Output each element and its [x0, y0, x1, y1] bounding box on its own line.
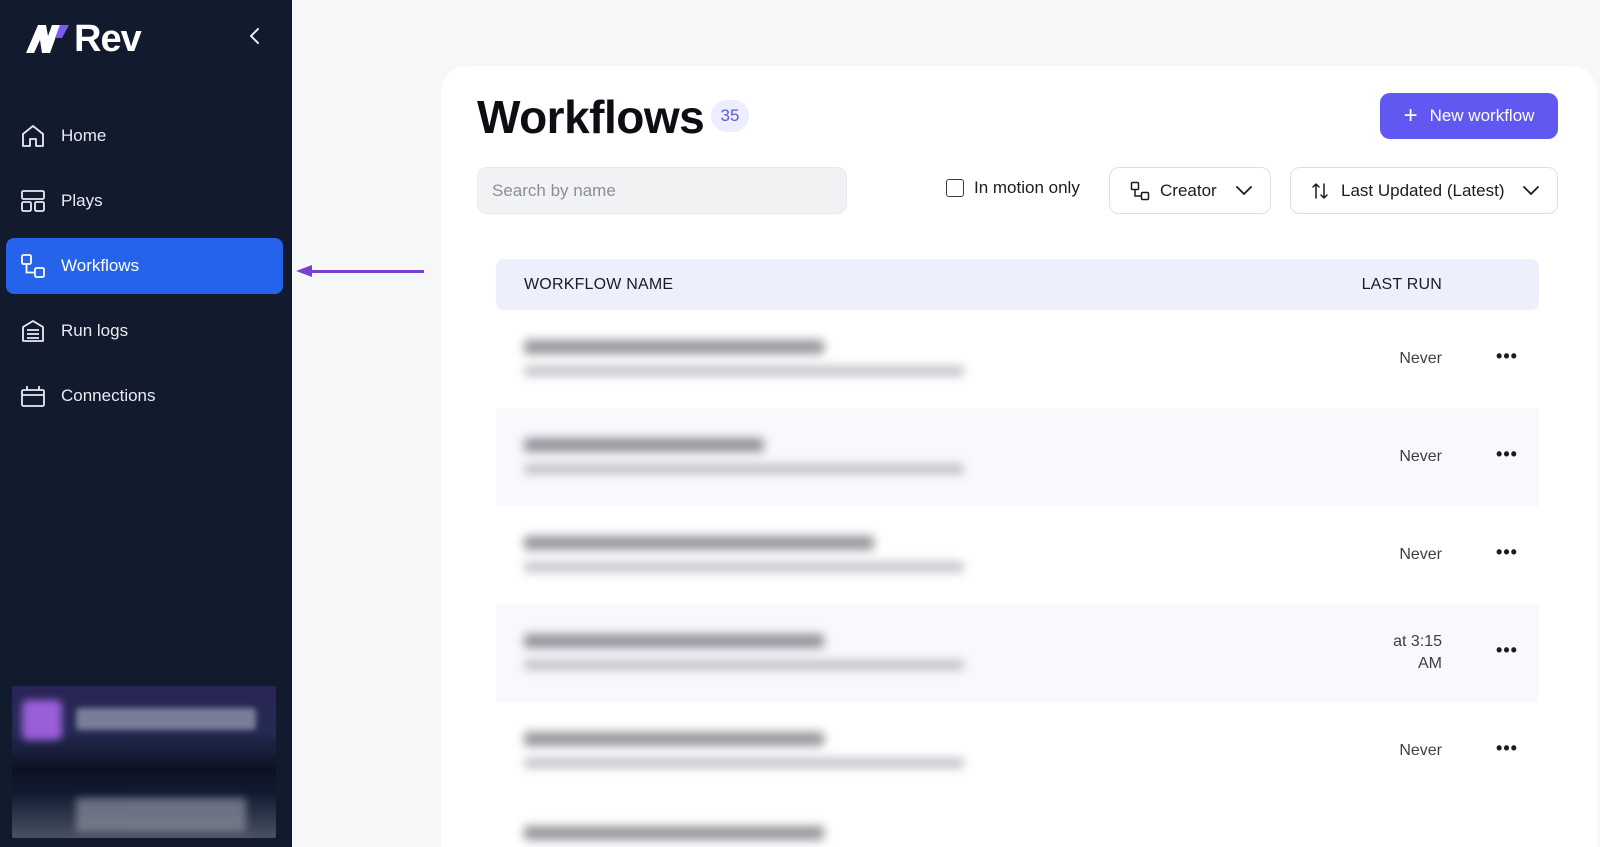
sidebar-item-label: Run logs — [61, 321, 129, 340]
layout-icon — [20, 188, 46, 214]
workflow-icon — [1130, 181, 1150, 200]
count-badge: 35 — [711, 100, 749, 132]
database-icon — [20, 318, 46, 344]
connections-icon — [20, 383, 46, 409]
sidebar-item-home[interactable]: Home — [6, 108, 283, 164]
more-options-icon[interactable]: ••• — [1493, 346, 1521, 366]
last-run-value: at 3:15 AM — [1393, 633, 1442, 672]
in-motion-label: In motion only — [974, 178, 1080, 197]
workflow-name-redacted — [524, 340, 964, 376]
home-icon — [20, 123, 46, 149]
table-row[interactable]: Never ••• — [496, 702, 1539, 800]
new-workflow-label: New workflow — [1429, 106, 1535, 125]
more-options-icon[interactable]: ••• — [1493, 444, 1521, 464]
page-title: Workflows — [477, 91, 705, 143]
workflow-name-redacted — [524, 634, 964, 670]
last-run-value: Never — [1399, 350, 1442, 367]
workflow-name-redacted — [524, 732, 964, 768]
last-run-value: Never — [1399, 742, 1442, 759]
table-row[interactable] — [496, 800, 1539, 840]
user-info-redacted — [76, 798, 246, 832]
new-workflow-button[interactable]: + New workflow — [1380, 93, 1558, 139]
rev-logo-icon — [26, 25, 69, 53]
more-options-icon[interactable]: ••• — [1493, 640, 1521, 660]
chevron-left-icon — [250, 28, 259, 44]
app-name: Rev — [74, 18, 142, 60]
sidebar-item-run-logs[interactable]: Run logs — [6, 303, 283, 359]
sidebar: Rev Home Plays Workflows Run logs Connec… — [0, 0, 292, 847]
app-logo[interactable]: Rev — [24, 18, 142, 60]
table-row[interactable]: at 3:15 AM ••• — [496, 604, 1539, 702]
user-name-redacted — [76, 708, 256, 730]
workflow-name-redacted — [524, 438, 964, 474]
annotation-arrow-workflows — [304, 270, 424, 273]
collapse-sidebar-button[interactable] — [243, 24, 267, 48]
sidebar-item-label: Home — [61, 126, 107, 145]
workflow-name-redacted — [524, 536, 964, 572]
table-header: WORKFLOW NAME LAST RUN — [496, 259, 1539, 310]
user-profile-card[interactable] — [12, 686, 276, 838]
sidebar-item-label: Plays — [61, 191, 103, 210]
chevron-down-icon — [1523, 185, 1539, 195]
in-motion-checkbox[interactable] — [946, 179, 964, 197]
workflow-icon — [20, 253, 46, 279]
workflows-panel: Workflows 35 + New workflow In motion on… — [441, 66, 1597, 847]
avatar — [22, 700, 62, 740]
sidebar-item-label: Connections — [61, 386, 156, 405]
sort-dropdown[interactable]: Last Updated (Latest) — [1290, 167, 1558, 214]
workflows-table: WORKFLOW NAME LAST RUN Never ••• Never •… — [496, 259, 1539, 840]
in-motion-filter[interactable]: In motion only — [946, 178, 1080, 198]
table-row[interactable]: Never ••• — [496, 506, 1539, 604]
chevron-down-icon — [1236, 185, 1252, 195]
sidebar-nav: Home Plays Workflows Run logs Connection… — [6, 108, 283, 433]
more-options-icon[interactable]: ••• — [1493, 542, 1521, 562]
column-header-name[interactable]: WORKFLOW NAME — [496, 276, 1339, 294]
search-input[interactable] — [477, 167, 847, 214]
sort-icon — [1312, 182, 1328, 199]
column-header-last-run[interactable]: LAST RUN — [1339, 276, 1539, 294]
creator-label: Creator — [1160, 180, 1217, 200]
sidebar-item-connections[interactable]: Connections — [6, 368, 283, 424]
sort-label: Last Updated (Latest) — [1341, 180, 1505, 200]
table-row[interactable]: Never ••• — [496, 310, 1539, 408]
table-row[interactable]: Never ••• — [496, 408, 1539, 506]
plus-icon: + — [1403, 102, 1418, 129]
sidebar-item-plays[interactable]: Plays — [6, 173, 283, 229]
arrow-head-left-icon — [296, 265, 312, 277]
sidebar-item-label: Workflows — [61, 256, 140, 275]
more-options-icon[interactable]: ••• — [1493, 738, 1521, 758]
last-run-value: Never — [1399, 546, 1442, 563]
workflow-name-redacted — [524, 826, 824, 840]
sidebar-item-workflows[interactable]: Workflows — [6, 238, 283, 294]
creator-dropdown[interactable]: Creator — [1109, 167, 1271, 214]
last-run-value: Never — [1399, 448, 1442, 465]
